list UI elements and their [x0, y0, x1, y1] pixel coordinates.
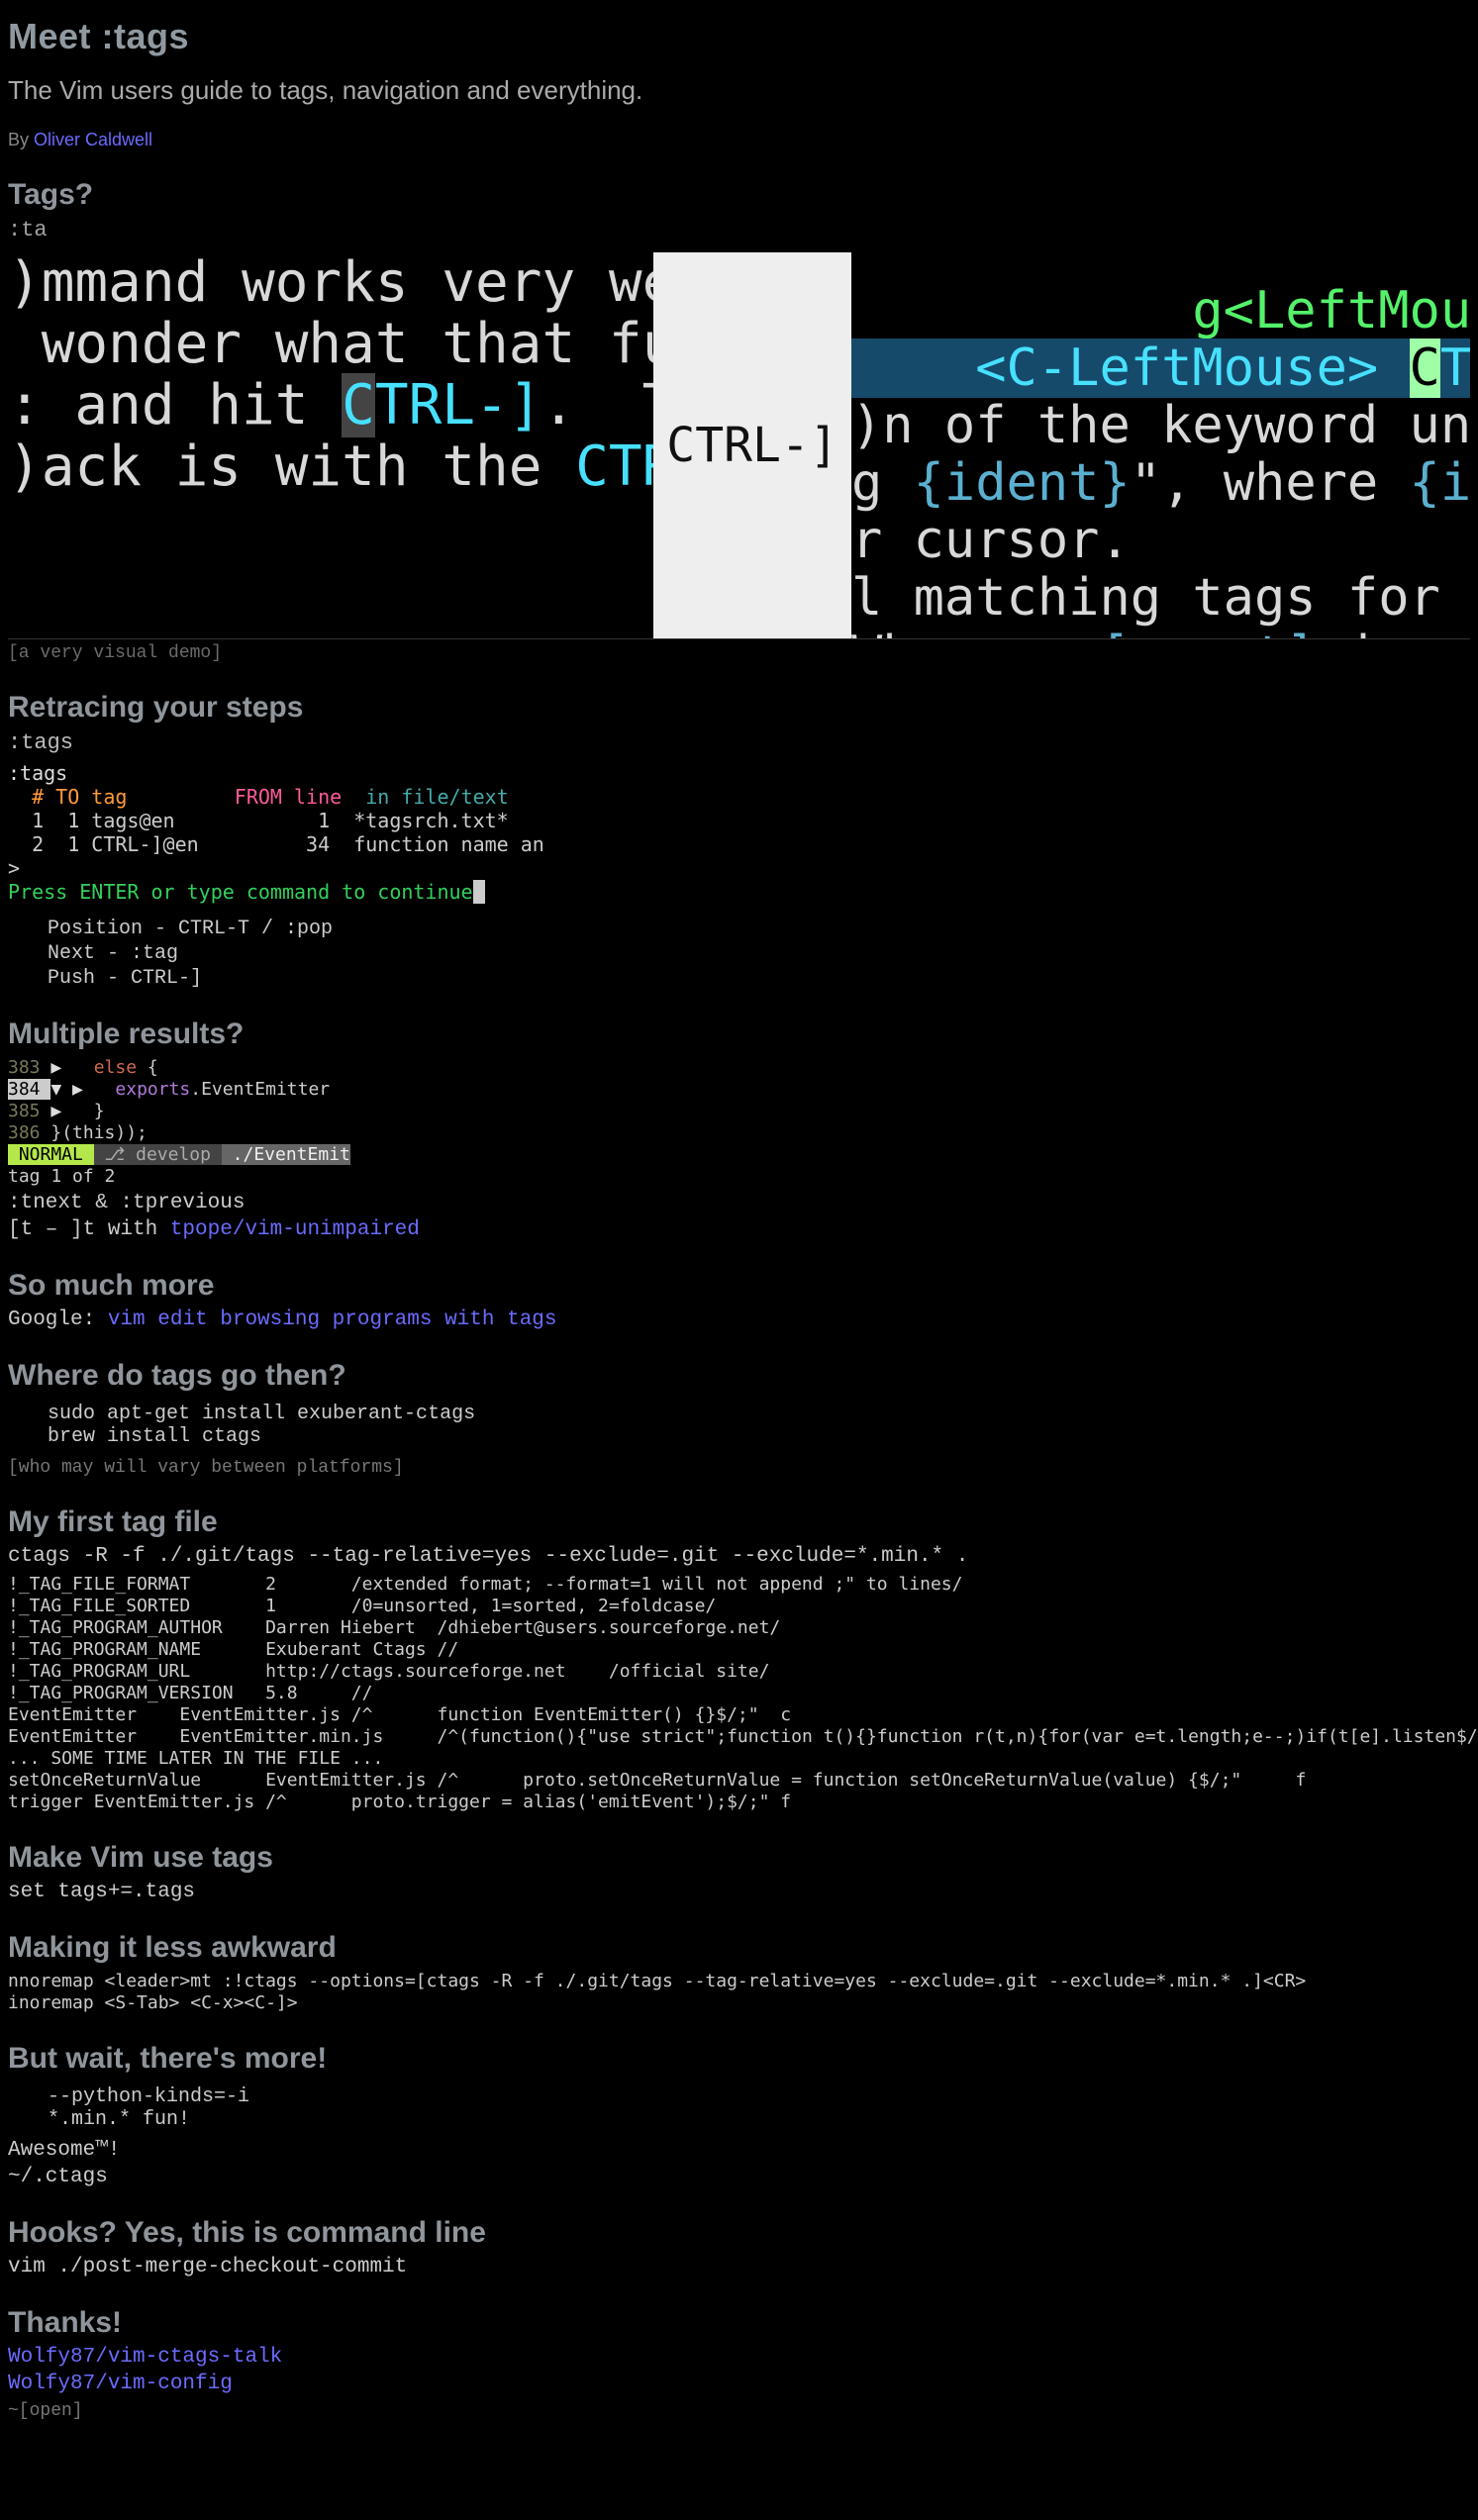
retrace-command-label: :tags: [8, 730, 1470, 755]
section-more: So much more: [8, 1269, 1470, 1303]
caption-shot1: [a very visual demo]: [8, 643, 1470, 663]
subtitle: The Vim users guide to tags, navigation …: [8, 75, 1470, 106]
set-tags-command: set tags+=.tags: [8, 1881, 1470, 1903]
section-retrace: Retracing your steps: [8, 691, 1470, 725]
link-google[interactable]: vim edit browsing programs with tags: [108, 1308, 557, 1331]
link-talk-repo[interactable]: Wolfy87/vim-ctags-talk: [8, 2346, 1470, 2369]
page-title: Meet :tags: [8, 16, 1470, 57]
bullet-next: Next - :tag: [48, 942, 1470, 965]
section-multiple: Multiple results?: [8, 1018, 1470, 1051]
section-use-tags: Make Vim use tags: [8, 1841, 1470, 1875]
byline: By Oliver Caldwell: [8, 130, 1470, 150]
where-note: [who may will vary between platforms]: [8, 1458, 1470, 1478]
wait-python-kinds: --python-kinds=-i: [48, 2085, 1470, 2108]
multi-commands: :tnext & :tprevious: [8, 1192, 1470, 1214]
where-apt: sudo apt-get install exuberant-ctags: [48, 1403, 1470, 1425]
shot1-tooltip: CTRL-]: [653, 252, 851, 638]
section-thanks: Thanks!: [8, 2306, 1470, 2340]
awkward-commands: nnoremap <leader>mt :!ctags --options=[c…: [8, 1971, 1470, 2014]
section-tags: Tags?: [8, 178, 1470, 212]
tags-command-label: :ta: [8, 218, 1470, 242]
link-unimpaired[interactable]: tpope/vim-unimpaired: [170, 1218, 420, 1241]
section-where: Where do tags go then?: [8, 1359, 1470, 1393]
shot1-right-text: g<LeftMouse> <C-LeftMouse> CTRL-] )n of …: [851, 282, 1470, 639]
bullet-push: Push - CTRL-]: [48, 967, 1470, 990]
multi-ref: [t – ]t with tpope/vim-unimpaired: [8, 1218, 1470, 1241]
screenshot-tags-list: :tags # TO tag FROM line in file/text 1 …: [8, 761, 503, 904]
author-link[interactable]: Oliver Caldwell: [34, 130, 152, 149]
retrace-bullets: Position - CTRL-T / :pop Next - :tag Pus…: [8, 910, 1470, 990]
ctags-command: ctags -R -f ./.git/tags --tag-relative=y…: [8, 1545, 1470, 1568]
byline-prefix: By: [8, 130, 34, 149]
tagfile-contents: !_TAG_FILE_FORMAT 2 /extended format; --…: [8, 1574, 1470, 1813]
where-brew: brew install ctags: [48, 1425, 1470, 1448]
hook-command: vim ./post-merge-checkout-commit: [8, 2256, 1470, 2278]
section-awkward: Making it less awkward: [8, 1931, 1470, 1965]
bullet-position: Position - CTRL-T / :pop: [48, 918, 1470, 940]
end-marker: ~[open]: [8, 2401, 1470, 2421]
section-hooks: Hooks? Yes, this is command line: [8, 2216, 1470, 2250]
wait-bullets: --python-kinds=-i *.min.* fun!: [8, 2082, 1470, 2135]
link-vim-config[interactable]: Wolfy87/vim-config: [8, 2373, 1470, 2395]
screenshot-multiple-results: 383 ▶ else { 384 ▼ ▶ exports.EventEmitte…: [8, 1057, 358, 1188]
section-wait: But wait, there's more!: [8, 2042, 1470, 2076]
screenshot-ctrl-bracket: )mmand works very well fo wonder what th…: [8, 252, 1470, 639]
wait-ctagsrc: ~/.ctags: [8, 2166, 1470, 2188]
wait-awesome: Awesome™!: [8, 2139, 1470, 2162]
section-first-tagfile: My first tag file: [8, 1505, 1470, 1539]
where-install: sudo apt-get install exuberant-ctags bre…: [8, 1399, 1470, 1452]
google-line: Google: vim edit browsing programs with …: [8, 1308, 1470, 1331]
wait-min-fun: *.min.* fun!: [48, 2108, 1470, 2131]
